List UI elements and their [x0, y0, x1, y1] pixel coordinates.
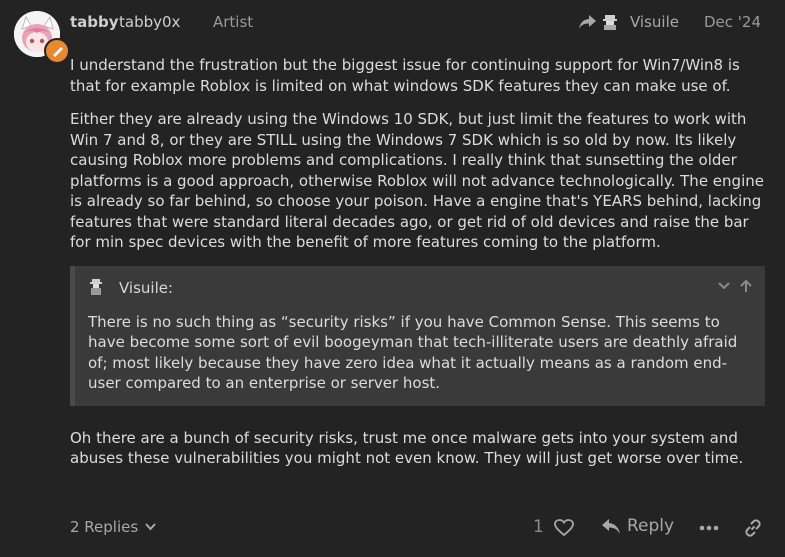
like-count[interactable]: 1	[533, 517, 544, 537]
reply-to-name: Visuile	[630, 13, 679, 31]
arrow-up-icon[interactable]	[739, 278, 753, 292]
post-footer: 2 Replies 1 Reply	[70, 516, 767, 542]
brush-icon	[53, 47, 63, 57]
author-full-name[interactable]: tabby0x	[119, 13, 180, 31]
heart-icon[interactable]	[554, 519, 574, 537]
reply-button[interactable]: Reply	[602, 516, 674, 536]
paragraph: I understand the frustration but the big…	[70, 56, 740, 95]
reply-arrow-icon	[602, 518, 620, 534]
reply-label: Reply	[627, 516, 675, 536]
artist-flair	[44, 38, 70, 64]
author-username[interactable]: tabby	[70, 13, 119, 31]
post-header: tabby tabby0x Artist Visuile Dec '24	[70, 13, 767, 35]
visuile-avatar-icon	[603, 15, 617, 30]
author-title: Artist	[213, 13, 254, 31]
paragraph: Either they are already using the Window…	[70, 110, 764, 251]
quote-text: There is no such thing as “security risk…	[88, 312, 738, 393]
closing-paragraph: Oh there are a bunch of security risks, …	[70, 428, 744, 468]
post-body: I understand the frustration but the big…	[70, 55, 770, 482]
post: tabby tabby0x Artist Visuile Dec '24 I u…	[0, 0, 785, 557]
replies-label: 2 Replies	[70, 518, 139, 536]
quote-title[interactable]: Visuile:	[75, 266, 765, 308]
quote-avatar-icon	[90, 278, 102, 295]
more-options-icon[interactable]	[698, 518, 720, 538]
link-icon[interactable]	[743, 518, 763, 538]
replies-toggle-button[interactable]: 2 Replies	[70, 518, 156, 536]
post-date[interactable]: Dec '24	[704, 13, 761, 31]
reply-to-link[interactable]: Visuile	[579, 13, 679, 31]
chevron-down-icon[interactable]	[717, 278, 731, 292]
share-arrow-icon	[579, 15, 596, 29]
quote-block: Visuile: There is no such thing as “secu…	[70, 265, 765, 406]
quote-controls	[717, 278, 753, 292]
chevron-down-icon	[145, 523, 156, 531]
quote-author: Visuile:	[119, 278, 174, 297]
